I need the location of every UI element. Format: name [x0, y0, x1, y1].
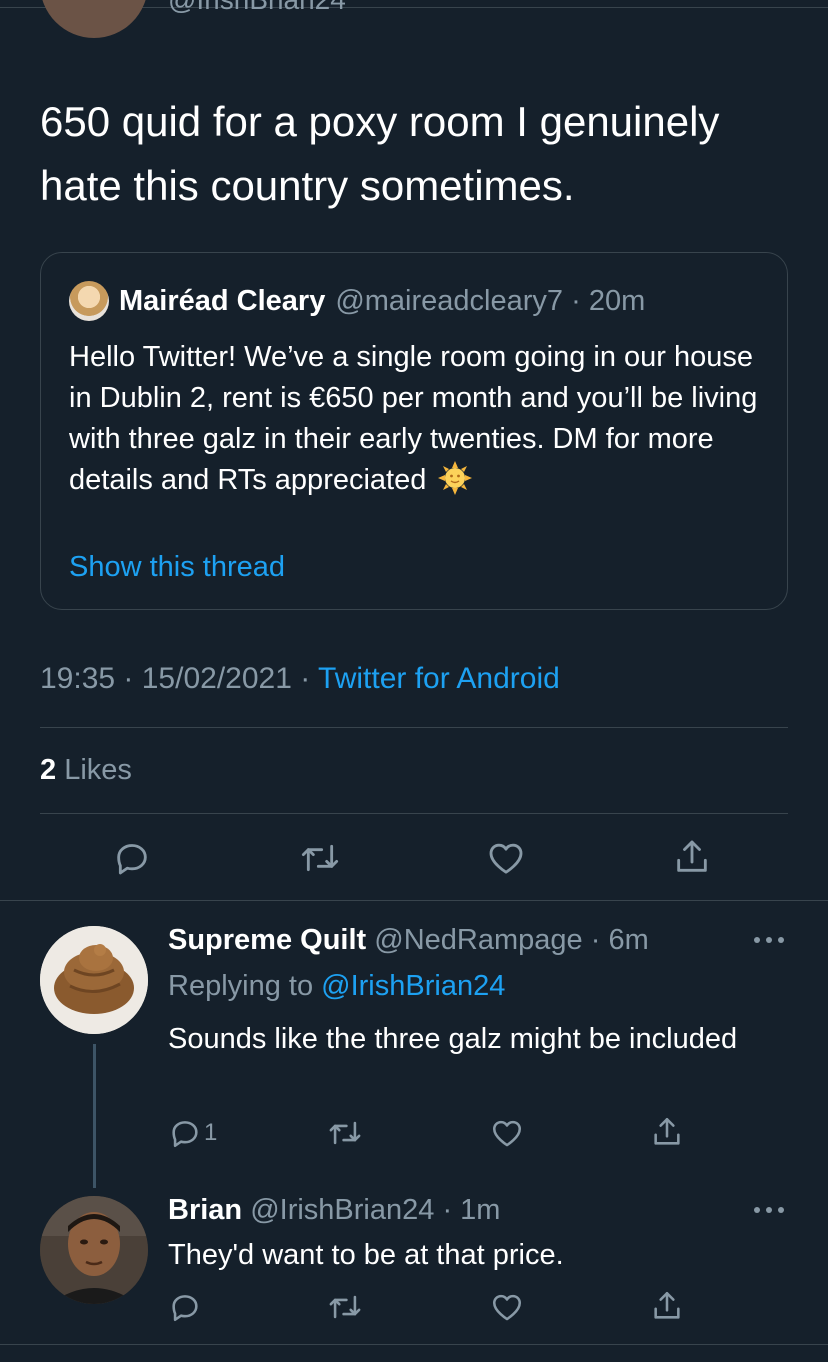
- tweet-date: 15/02/2021: [141, 662, 292, 695]
- quoted-author-handle: @maireadcleary7: [335, 284, 564, 317]
- reply-author-handle: @NedRampage: [374, 924, 583, 956]
- retweet-icon: [329, 1295, 361, 1319]
- heart-icon: [492, 1294, 522, 1321]
- quoted-tweet-body: Hello Twitter! We’ve a single room going…: [69, 337, 759, 501]
- share-icon: [654, 1291, 680, 1319]
- reply-button[interactable]: 1: [168, 1116, 217, 1150]
- sun-with-face-icon: [438, 461, 473, 495]
- tweet-action-bar: [0, 834, 828, 884]
- reply-author-handle: @IrishBrian24: [250, 1194, 435, 1226]
- retweet-button[interactable]: [326, 1116, 364, 1150]
- meta-separator: ·: [300, 662, 319, 695]
- replying-to-line: Replying to @IrishBrian24: [168, 970, 505, 1003]
- retweet-button[interactable]: [298, 838, 342, 878]
- likes-count[interactable]: 2 Likes: [40, 754, 132, 787]
- reply-icon: [172, 1121, 198, 1148]
- like-button[interactable]: [490, 1116, 524, 1150]
- thread-connector-line: [93, 1044, 96, 1188]
- meta-separator: ·: [442, 1194, 461, 1226]
- meta-separator: ·: [123, 662, 142, 695]
- heart-icon: [492, 1120, 522, 1147]
- divider: [40, 813, 788, 814]
- reply-text: Sounds like the three galz might be incl…: [168, 1023, 738, 1055]
- quoted-tweet-header: Mairéad Cleary @maireadcleary7 · 20m: [69, 281, 645, 321]
- reply-button[interactable]: [168, 1290, 202, 1324]
- show-thread-link[interactable]: Show this thread: [69, 551, 285, 584]
- divider: [40, 727, 788, 728]
- retweet-icon: [301, 844, 339, 872]
- clipped-header: @IrishBrian24: [0, 0, 828, 38]
- reply-text: They'd want to be at that price.: [168, 1239, 564, 1271]
- reply-button[interactable]: [112, 838, 152, 878]
- meta-separator: ·: [563, 284, 589, 317]
- reply-tweet[interactable]: Supreme Quilt @NedRampage · 6m Replying …: [0, 900, 828, 1190]
- like-button[interactable]: [486, 838, 526, 878]
- reply-author-avatar[interactable]: [40, 926, 148, 1034]
- reply-icon: [117, 844, 147, 875]
- quoted-tweet[interactable]: Mairéad Cleary @maireadcleary7 · 20m Hel…: [40, 252, 788, 610]
- quoted-tweet-age: 20m: [588, 284, 646, 317]
- more-options-icon[interactable]: [752, 1205, 786, 1215]
- share-icon: [677, 840, 707, 872]
- reply-header: Brian @IrishBrian24 · 1m: [168, 1194, 500, 1227]
- author-avatar[interactable]: [40, 0, 148, 38]
- retweet-icon: [329, 1121, 361, 1145]
- avatar-image: [40, 926, 148, 1034]
- reply-author-avatar[interactable]: [40, 1196, 148, 1304]
- reply-tweet[interactable]: Brian @IrishBrian24 · 1m They'd want to …: [0, 1190, 828, 1344]
- retweet-button[interactable]: [326, 1290, 364, 1324]
- likes-label: Likes: [64, 754, 132, 786]
- likes-number: 2: [40, 754, 57, 786]
- quoted-author-name: Mairéad Cleary: [119, 284, 326, 317]
- reply-count: 1: [204, 1119, 218, 1146]
- heart-icon: [489, 843, 523, 874]
- reply-age: 1m: [460, 1194, 501, 1226]
- divider: [0, 1344, 828, 1345]
- replying-to-prefix: Replying to: [168, 970, 314, 1002]
- author-handle: @IrishBrian24: [168, 0, 346, 16]
- reply-author-name[interactable]: Supreme Quilt: [168, 924, 366, 956]
- share-icon: [654, 1117, 680, 1145]
- more-options-icon[interactable]: [752, 935, 786, 945]
- replying-to-mention[interactable]: @IrishBrian24: [321, 970, 505, 1002]
- avatar-image: [40, 1196, 148, 1304]
- quoted-tweet-text: Hello Twitter! We’ve a single room going…: [69, 341, 758, 496]
- tweet-time: 19:35: [40, 662, 116, 695]
- reply-author-name[interactable]: Brian: [168, 1194, 242, 1226]
- reply-age: 6m: [608, 924, 649, 956]
- reply-header: Supreme Quilt @NedRampage · 6m: [168, 924, 649, 957]
- reply-icon: [172, 1295, 198, 1322]
- share-button[interactable]: [650, 1114, 684, 1150]
- tweet-text: 650 quid for a poxy room I genuinely hat…: [40, 98, 720, 209]
- tweet-timestamp: 19:35 · 15/02/2021 · Twitter for Android: [40, 662, 560, 696]
- like-button[interactable]: [490, 1290, 524, 1324]
- tweet-source-link[interactable]: Twitter for Android: [318, 662, 560, 695]
- meta-separator: ·: [590, 924, 609, 956]
- share-button[interactable]: [672, 836, 712, 878]
- quoted-author-avatar: [69, 281, 109, 321]
- share-button[interactable]: [650, 1288, 684, 1324]
